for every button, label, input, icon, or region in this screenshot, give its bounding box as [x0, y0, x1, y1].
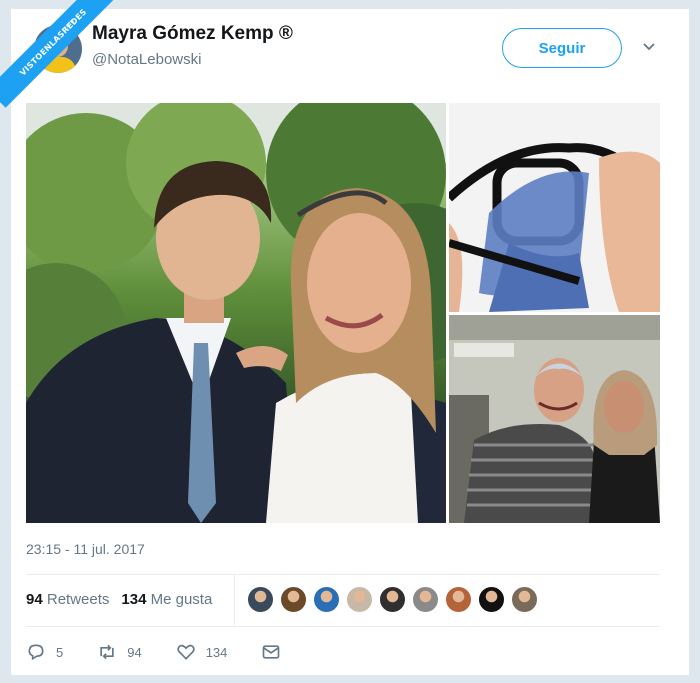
like-count: 134 — [205, 644, 228, 660]
engagement-stats: 94 Retweets 134 Me gusta — [26, 591, 212, 608]
divider-top — [26, 574, 660, 575]
follow-button[interactable]: Seguir — [502, 28, 622, 68]
retweets-label: Retweets — [46, 591, 110, 608]
like-button[interactable]: 134 — [176, 642, 228, 662]
tweet-media — [26, 103, 660, 523]
liker-avatar[interactable] — [412, 586, 439, 613]
liker-avatar[interactable] — [478, 586, 505, 613]
divider-bottom — [26, 626, 660, 627]
photo-couple[interactable] — [26, 103, 446, 523]
retweets-stat[interactable]: 94 Retweets — [26, 591, 109, 608]
reply-icon — [28, 644, 44, 661]
envelope-icon — [263, 645, 280, 659]
liker-avatar[interactable] — [445, 586, 472, 613]
chevron-down-icon[interactable] — [641, 39, 657, 55]
likes-label: Me gusta — [150, 591, 213, 608]
liker-avatar[interactable] — [346, 586, 373, 613]
author-handle[interactable]: @NotaLebowski — [92, 51, 201, 68]
tweet-card: VISTOENLASREDES .com Mayra Gómez Kemp ® … — [0, 0, 690, 676]
likes-count: 134 — [121, 591, 147, 608]
liker-avatar[interactable] — [313, 586, 340, 613]
retweets-count: 94 — [26, 591, 43, 608]
tweet-timestamp[interactable]: 23:15 - 11 jul. 2017 — [26, 541, 145, 557]
stats-separator — [234, 575, 235, 625]
retweet-icon — [100, 644, 114, 660]
liker-avatar[interactable] — [247, 586, 274, 613]
message-button[interactable] — [261, 642, 281, 662]
liker-avatar[interactable] — [379, 586, 406, 613]
author-name[interactable]: Mayra Gómez Kemp ® — [92, 23, 293, 45]
liker-avatar[interactable] — [280, 586, 307, 613]
reply-button[interactable]: 5 — [26, 642, 63, 662]
photo-two-men[interactable] — [449, 315, 660, 523]
likers-avatars — [247, 586, 538, 613]
retweet-button[interactable]: 94 — [97, 642, 142, 662]
likes-stat[interactable]: 134 Me gusta — [121, 591, 212, 608]
reply-count: 5 — [56, 644, 64, 660]
liker-avatar[interactable] — [511, 586, 538, 613]
photo-glasses[interactable] — [449, 103, 660, 312]
heart-icon — [177, 644, 195, 660]
retweet-count: 94 — [127, 644, 142, 660]
tweet-actions: 5 94 134 — [26, 642, 315, 662]
